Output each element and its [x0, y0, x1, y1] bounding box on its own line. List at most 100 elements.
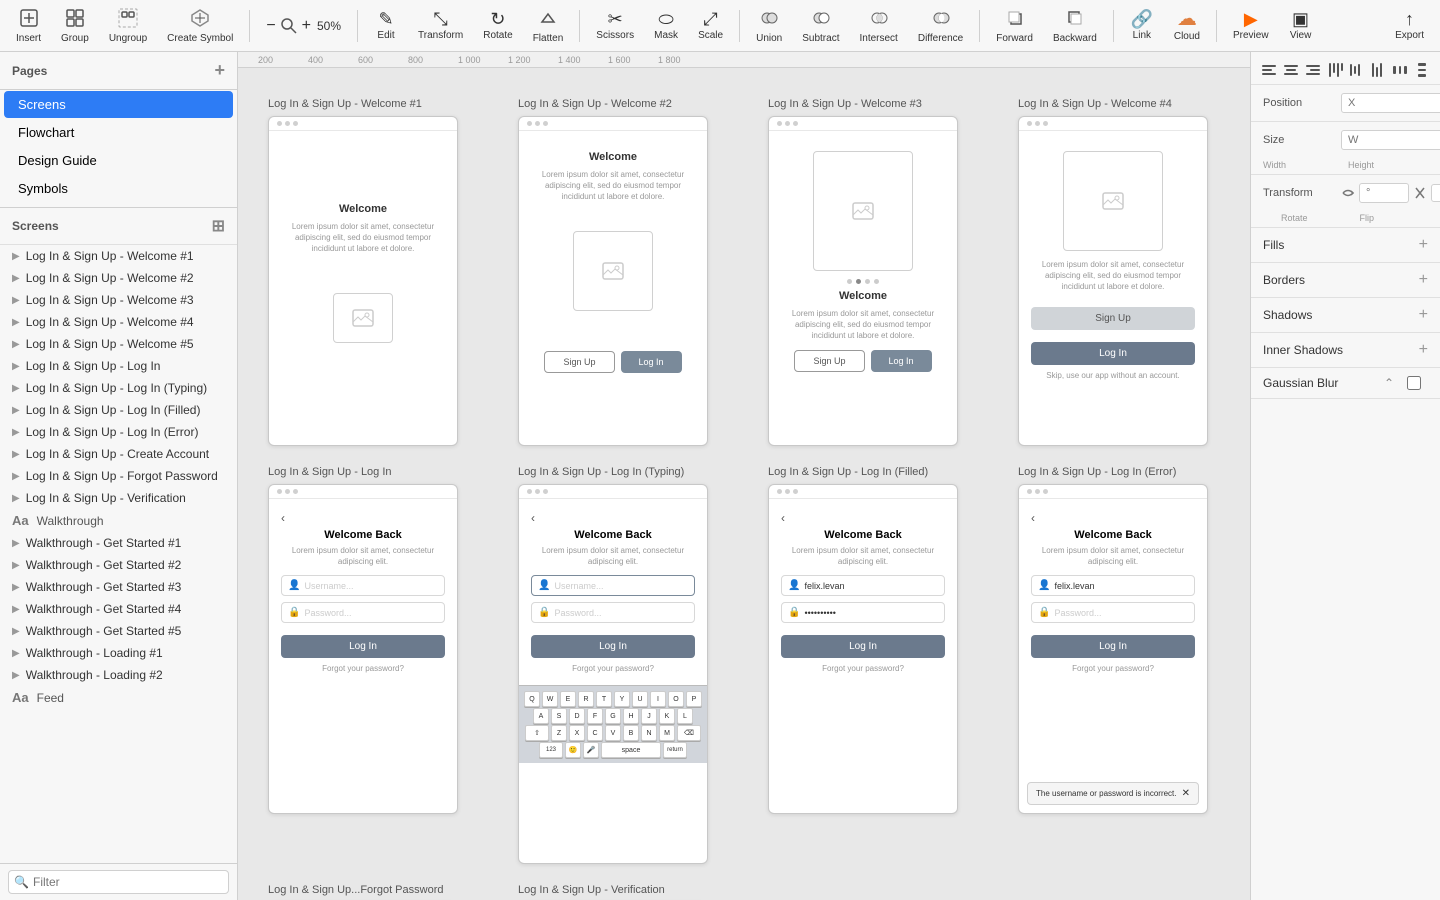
key-t[interactable]: T: [596, 691, 612, 707]
backward-tool[interactable]: Backward: [1045, 4, 1105, 48]
phone-welcome4[interactable]: Lorem ipsum dolor sit amet, consectetur …: [1018, 116, 1208, 446]
screen-item-welcome2[interactable]: ▶ Log In & Sign Up - Welcome #2: [0, 267, 237, 289]
screen-walkthrough-3[interactable]: ▶ Walkthrough - Get Started #3: [0, 576, 237, 598]
align-center-icon[interactable]: [1281, 60, 1301, 80]
rotate-input[interactable]: [1359, 183, 1409, 203]
gaussian-blur-header[interactable]: Gaussian Blur ⌃: [1251, 368, 1440, 398]
screen-item-welcome5[interactable]: ▶ Log In & Sign Up - Welcome #5: [0, 333, 237, 355]
add-fill-button[interactable]: +: [1419, 236, 1428, 254]
username-field[interactable]: 👤 felix.levan: [1031, 575, 1195, 596]
screen-walkthrough-2[interactable]: ▶ Walkthrough - Get Started #2: [0, 554, 237, 576]
key-b[interactable]: B: [623, 725, 639, 741]
key-space[interactable]: space: [601, 742, 661, 758]
key-q[interactable]: Q: [524, 691, 540, 707]
phone-login-error[interactable]: ‹ Welcome Back Lorem ipsum dolor sit ame…: [1018, 484, 1208, 814]
key-n[interactable]: N: [641, 725, 657, 741]
key-e[interactable]: E: [560, 691, 576, 707]
difference-tool[interactable]: Difference: [910, 4, 971, 48]
screen-item-login-filled[interactable]: ▶ Log In & Sign Up - Log In (Filled): [0, 399, 237, 421]
screen-item-welcome4[interactable]: ▶ Log In & Sign Up - Welcome #4: [0, 311, 237, 333]
key-c[interactable]: C: [587, 725, 603, 741]
key-l[interactable]: L: [677, 708, 693, 724]
ungroup-tool[interactable]: Ungroup: [101, 4, 155, 48]
width-input[interactable]: [1341, 130, 1440, 150]
key-emoji[interactable]: 🙂: [565, 742, 581, 758]
back-button[interactable]: ‹: [281, 511, 445, 525]
username-field[interactable]: 👤 Username...: [281, 575, 445, 596]
forgot-password[interactable]: Forgot your password?: [781, 664, 945, 673]
inner-shadows-header[interactable]: Inner Shadows +: [1251, 333, 1440, 367]
distribute-h-icon[interactable]: [1390, 60, 1410, 80]
mask-tool[interactable]: ⬭ Mask: [646, 6, 686, 45]
key-123[interactable]: 123: [539, 742, 563, 758]
intersect-tool[interactable]: Intersect: [851, 4, 905, 48]
subtract-tool[interactable]: Subtract: [794, 4, 847, 48]
phone-login-filled[interactable]: ‹ Welcome Back Lorem ipsum dolor sit ame…: [768, 484, 958, 814]
add-screen-button[interactable]: ⊞: [212, 216, 225, 236]
login-btn[interactable]: Log In: [281, 635, 445, 658]
login-btn[interactable]: Log In: [1031, 635, 1195, 658]
add-page-button[interactable]: +: [214, 60, 225, 81]
preview-tool[interactable]: ▶ Preview: [1225, 6, 1277, 45]
screen-item-forgot-password[interactable]: ▶ Log In & Sign Up - Forgot Password: [0, 465, 237, 487]
add-border-button[interactable]: +: [1419, 271, 1428, 289]
key-s[interactable]: S: [551, 708, 567, 724]
password-field[interactable]: 🔒 Password...: [531, 602, 695, 623]
distribute-v-icon[interactable]: [1412, 60, 1432, 80]
screen-item-welcome3[interactable]: ▶ Log In & Sign Up - Welcome #3: [0, 289, 237, 311]
screen-loading-2[interactable]: ▶ Walkthrough - Loading #2: [0, 664, 237, 686]
key-mic[interactable]: 🎤: [583, 742, 599, 758]
transform-tool[interactable]: ⤡ Transform: [410, 6, 471, 45]
forgot-password[interactable]: Forgot your password?: [281, 664, 445, 673]
key-p[interactable]: P: [686, 691, 702, 707]
fills-header[interactable]: Fills +: [1251, 228, 1440, 262]
key-return[interactable]: return: [663, 742, 687, 758]
screen-walkthrough-5[interactable]: ▶ Walkthrough - Get Started #5: [0, 620, 237, 642]
forgot-password[interactable]: Forgot your password?: [1031, 664, 1195, 673]
gaussian-blur-expand[interactable]: ⌃: [1384, 376, 1394, 390]
create-symbol-tool[interactable]: Create Symbol: [159, 4, 241, 48]
screen-item-create-account[interactable]: ▶ Log In & Sign Up - Create Account: [0, 443, 237, 465]
key-z[interactable]: Z: [551, 725, 567, 741]
forgot-password[interactable]: Forgot your password?: [531, 664, 695, 673]
edit-tool[interactable]: ✎ Edit: [366, 6, 406, 45]
page-design-guide[interactable]: Design Guide: [4, 147, 233, 174]
page-screens[interactable]: Screens: [4, 91, 233, 118]
key-y[interactable]: Y: [614, 691, 630, 707]
close-toast-button[interactable]: ✕: [1182, 788, 1190, 799]
key-backspace[interactable]: ⌫: [677, 725, 701, 741]
union-tool[interactable]: Union: [748, 4, 790, 48]
key-j[interactable]: J: [641, 708, 657, 724]
key-k[interactable]: K: [659, 708, 675, 724]
password-field[interactable]: 🔒 Password...: [281, 602, 445, 623]
password-field[interactable]: 🔒 ••••••••••: [781, 602, 945, 623]
back-button[interactable]: ‹: [1031, 511, 1195, 525]
back-button[interactable]: ‹: [781, 511, 945, 525]
key-d[interactable]: D: [569, 708, 585, 724]
signup-button[interactable]: Sign Up: [794, 350, 864, 372]
key-g[interactable]: G: [605, 708, 621, 724]
back-button[interactable]: ‹: [531, 511, 695, 525]
insert-tool[interactable]: Insert: [8, 4, 49, 48]
view-tool[interactable]: ▣ View: [1281, 6, 1321, 45]
flatten-tool[interactable]: Flatten: [525, 4, 572, 48]
screen-item-login-typing[interactable]: ▶ Log In & Sign Up - Log In (Typing): [0, 377, 237, 399]
login-btn[interactable]: Log In: [781, 635, 945, 658]
login-btn[interactable]: Log In: [531, 635, 695, 658]
flip-button[interactable]: Flip: [1431, 184, 1440, 202]
screen-item-welcome1[interactable]: ▶ Log In & Sign Up - Welcome #1: [0, 245, 237, 267]
signup-button[interactable]: Sign Up: [1031, 307, 1195, 330]
key-i[interactable]: I: [650, 691, 666, 707]
key-r[interactable]: R: [578, 691, 594, 707]
key-f[interactable]: F: [587, 708, 603, 724]
phone-welcome1[interactable]: Welcome Lorem ipsum dolor sit amet, cons…: [268, 116, 458, 446]
screen-item-verification[interactable]: ▶ Log In & Sign Up - Verification: [0, 487, 237, 509]
gaussian-blur-toggle[interactable]: [1400, 376, 1428, 390]
zoom-minus[interactable]: −: [266, 17, 275, 35]
align-right-icon[interactable]: [1303, 60, 1323, 80]
export-tool[interactable]: ↑ Export: [1387, 6, 1432, 45]
filter-input[interactable]: [8, 870, 229, 894]
key-u[interactable]: U: [632, 691, 648, 707]
key-m[interactable]: M: [659, 725, 675, 741]
username-field[interactable]: 👤 felix.levan: [781, 575, 945, 596]
